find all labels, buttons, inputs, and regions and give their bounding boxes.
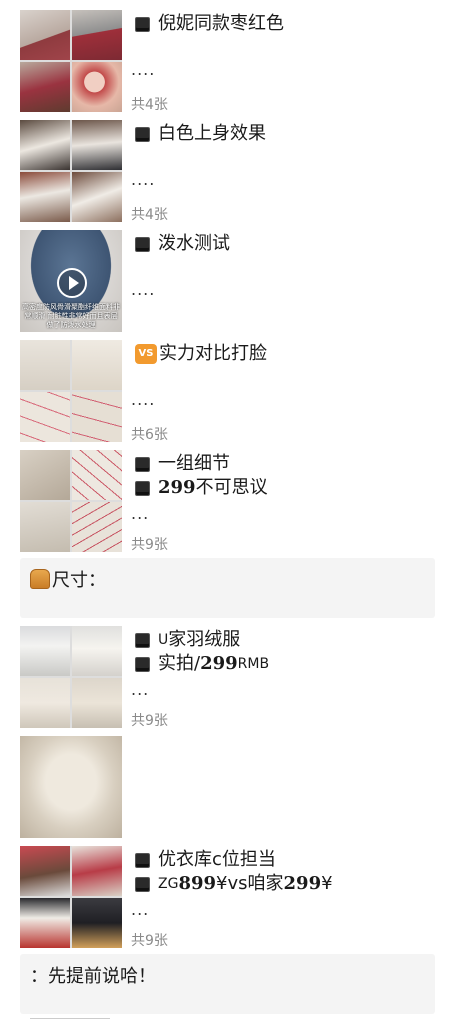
image-count: 共4张 [131,97,168,113]
album-post[interactable]: 白色上身效果 .... 共4张 [0,118,451,223]
currency-symbol: ¥ [216,873,228,894]
black-square-icon [135,16,150,32]
bread-icon [30,569,50,589]
black-square-icon [135,236,150,252]
album-thumbnail[interactable] [20,340,122,442]
ellipsis: .... [131,390,156,409]
album-thumbnail[interactable] [20,120,122,222]
currency-label: RMB [237,656,270,672]
post-subtitle: vs咱家 [227,873,284,894]
album-post[interactable]: 优衣库c位担当 ZG 899 ¥ vs咱家 299 ¥ ... 共9张 [0,844,451,949]
black-square-icon [135,656,150,672]
image-count: 共9张 [131,713,168,729]
price-value: 299 [158,477,196,498]
post-title: 家羽绒服 [168,629,241,650]
post-subtitle: 不可思议 [195,477,268,498]
play-icon[interactable] [57,268,87,298]
video-post[interactable]: 高密度防风骨滑聚酯纤维面料非常顺滑 耐脏性非常好而且表层做了防泼水处理 泼水测试… [0,228,451,333]
black-square-icon [135,456,150,472]
album-feed: 倪妮同款枣红色 .... 共4张 白色上身效果 .... 共4张 高密度防风骨滑… [0,0,451,1024]
brand-prefix: ZG [158,876,179,892]
album-post[interactable]: 一组细节 299 不可思议 ... 共9张 [0,448,451,553]
notice-text: ：先提前说哈！ [30,966,156,987]
post-title: 实力对比打脸 [159,343,267,364]
album-post[interactable]: 倪妮同款枣红色 .... 共4张 [0,8,451,113]
ellipsis: .... [131,170,156,189]
image-count: 共9张 [131,537,168,553]
ellipsis: .... [131,280,156,299]
price-value: 299 [283,873,322,894]
image-count: 共4张 [131,207,168,223]
black-square-icon [135,126,150,142]
image-count: 共9张 [131,933,168,949]
album-post[interactable]: VS 实力对比打脸 .... 共6张 [0,338,451,443]
post-title: 优衣库c位担当 [158,849,276,870]
image-count: 共6张 [131,427,168,443]
black-square-icon [135,876,150,892]
single-image-post[interactable] [0,734,451,839]
black-square-icon [135,852,150,868]
album-thumbnail[interactable] [20,626,122,728]
price-value: 899 [178,873,217,894]
currency-symbol: ¥ [321,873,333,894]
size-label: 尺寸： [52,570,106,591]
video-thumbnail[interactable]: 高密度防风骨滑聚酯纤维面料非常顺滑 耐脏性非常好而且表层做了防泼水处理 [20,230,122,332]
video-caption: 高密度防风骨滑聚酯纤维面料非常顺滑 耐脏性非常好而且表层做了防泼水处理 [22,303,120,329]
post-title: 倪妮同款枣红色 [158,13,284,34]
size-notice: 尺寸： [20,558,435,618]
post-title: 一组细节 [158,453,230,474]
post-title: 白色上身效果 [158,123,266,144]
photo-thumbnail[interactable] [20,736,122,838]
ellipsis: .... [131,60,156,79]
brand-prefix: U [158,632,169,648]
price-value: 299 [200,653,238,674]
ellipsis: ... [131,680,150,699]
vs-badge-icon: VS [135,344,157,364]
album-post[interactable]: U 家羽绒服 实拍/299 RMB ... 共9张 [0,624,451,729]
album-thumbnail[interactable] [20,450,122,552]
black-square-icon [135,632,150,648]
album-thumbnail[interactable] [20,846,122,948]
post-subtitle: 实拍/ [158,653,201,674]
black-square-icon [135,480,150,496]
info-notice: ：先提前说哈！ [20,954,435,1014]
post-title: 泼水测试 [158,233,230,254]
ellipsis: ... [131,504,150,523]
ellipsis: ... [131,900,150,919]
album-thumbnail[interactable] [20,10,122,112]
